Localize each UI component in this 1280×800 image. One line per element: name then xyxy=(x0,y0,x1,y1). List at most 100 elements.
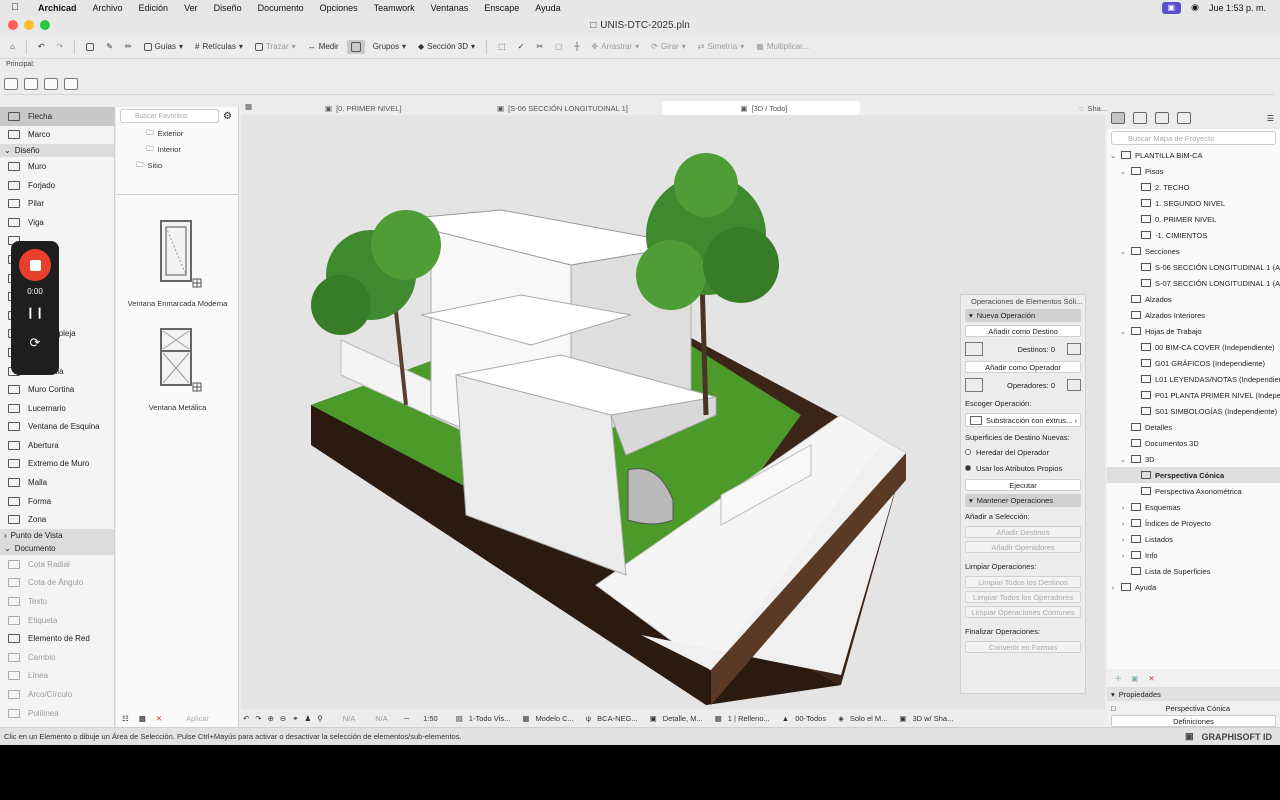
marquee-icon[interactable] xyxy=(24,77,38,90)
stop-recording-button[interactable] xyxy=(19,249,51,281)
section-3d-button[interactable]: ◆ Sección 3D ▾ xyxy=(414,40,479,53)
expand-arrow-icon[interactable]: ⌄ xyxy=(1119,247,1127,256)
project-map-item[interactable]: 2. TECHO xyxy=(1107,179,1280,195)
fit-icon[interactable]: ⚲ xyxy=(317,714,323,723)
toolbox-item[interactable]: Muro xyxy=(0,157,114,176)
renovation-select[interactable]: 1 | Relleno... xyxy=(728,714,770,723)
toolbox-item[interactable]: Cambio xyxy=(0,648,114,667)
syringe-icon[interactable]: ✏ xyxy=(121,40,136,53)
project-map-item[interactable]: ⌄ Pisos xyxy=(1107,163,1280,179)
scale-select[interactable]: 1:50 xyxy=(423,714,438,723)
grids-button[interactable]: # Retículas ▾ xyxy=(191,40,247,53)
toolbox-item[interactable]: Cota de Ángulo xyxy=(0,574,114,593)
trace-button[interactable]: Trazar ▾ xyxy=(251,40,300,53)
project-map-item[interactable]: › Info xyxy=(1107,547,1280,563)
select-targets-icon[interactable] xyxy=(1067,343,1081,355)
toolbox-item[interactable]: Polilínea xyxy=(0,704,114,723)
toolbox-item[interactable]: Texto xyxy=(0,592,114,611)
toolbox-item[interactable]: Muro Cortina xyxy=(0,380,114,399)
expand-arrow-icon[interactable]: › xyxy=(1119,519,1127,528)
toolbox-item[interactable]: Línea xyxy=(0,667,114,686)
project-map-item[interactable]: S-07 SECCIÓN LONGITUDINAL 1 (Au xyxy=(1107,275,1280,291)
project-map-item[interactable]: › Ayuda xyxy=(1107,579,1280,595)
measure-button[interactable]: ↔ Medir xyxy=(304,40,343,53)
publisher-sets-icon[interactable] xyxy=(1177,112,1191,124)
add-target-button[interactable]: Añadir como Destino xyxy=(965,325,1081,337)
menu-ver[interactable]: Ver xyxy=(176,3,206,13)
menu-documento[interactable]: Documento xyxy=(250,3,312,13)
toolbox-item[interactable]: Extremo de Muro xyxy=(0,455,114,474)
settings-button[interactable]: Definiciones xyxy=(1111,715,1276,727)
project-map-item[interactable]: S01 SIMBOLOGÍAS (Independiente) xyxy=(1107,403,1280,419)
drag-button[interactable]: ✥ Arrastrar ▾ xyxy=(587,40,643,53)
layout-book-icon[interactable] xyxy=(1155,112,1169,124)
operation-select[interactable]: Substracción con extrus... › xyxy=(965,413,1081,427)
toolbox-item[interactable]: Forma xyxy=(0,492,114,511)
mirror-button[interactable]: ⇄ Simetría ▾ xyxy=(694,40,749,53)
toolbox-item[interactable]: Pilar xyxy=(0,194,114,213)
toolbox-item[interactable]: Flecha xyxy=(0,107,114,126)
menu-diseno[interactable]: Diseño xyxy=(206,3,250,13)
filter-select[interactable]: Solo el M... xyxy=(850,714,888,723)
project-map-item[interactable]: › Listados xyxy=(1107,531,1280,547)
graphic-override-select[interactable]: Detalle, M... xyxy=(663,714,703,723)
project-map-item[interactable]: Perspectiva Cónica xyxy=(1107,467,1280,483)
rotate-button[interactable]: ⟳ Girar ▾ xyxy=(647,40,690,53)
project-map-item[interactable]: › Índices de Proyecto xyxy=(1107,515,1280,531)
menubar-clock[interactable]: Jue 1:53 p. m. xyxy=(1209,3,1266,13)
operator-icon[interactable] xyxy=(965,378,983,392)
walk-icon[interactable]: ♟ xyxy=(304,714,311,723)
menu-ventanas[interactable]: Ventanas xyxy=(423,3,477,13)
favorite-item[interactable]: Ventana Enmarcada Moderna xyxy=(116,217,239,308)
tab-primer-nivel[interactable]: ▣ [0. PRIMER NIVEL] xyxy=(319,101,489,115)
restart-icon[interactable]: ⟳ xyxy=(30,335,41,351)
favorite-item[interactable]: Ventana Metálica xyxy=(116,325,239,412)
menu-archivo[interactable]: Archivo xyxy=(85,3,131,13)
toolbox-item[interactable]: Etiqueta xyxy=(0,611,114,630)
delete-favorite-icon[interactable]: ✕ xyxy=(156,714,162,723)
add-operator-button[interactable]: Añadir como Operador xyxy=(965,361,1081,373)
menu-teamwork[interactable]: Teamwork xyxy=(366,3,423,13)
rotated-marquee-icon[interactable] xyxy=(44,77,58,90)
project-map-item[interactable]: L01 LEYENDAS/NOTAS (Independien xyxy=(1107,371,1280,387)
clear-operators-button[interactable]: Limpiar Todos los Operadores xyxy=(965,591,1081,603)
convert-to-morphs-button[interactable]: Convertir en Formas xyxy=(965,641,1081,653)
minimize-window-button[interactable] xyxy=(24,20,34,30)
add-operators-button[interactable]: Añadir Operadores xyxy=(965,541,1081,553)
project-map-item[interactable]: Perspectiva Axonométrica xyxy=(1107,483,1280,499)
tab-overview-icon[interactable]: ▦ xyxy=(245,102,252,111)
gear-icon[interactable]: ⚙ xyxy=(223,111,232,122)
new-view-icon[interactable]: ✛ xyxy=(1115,674,1121,683)
menu-enscape[interactable]: Enscape xyxy=(476,3,527,13)
toolbox-item[interactable]: Abertura xyxy=(0,436,114,455)
groups-button[interactable]: Grupos ▾ xyxy=(369,40,410,53)
expand-arrow-icon[interactable]: › xyxy=(1119,551,1127,560)
orbit-icon[interactable]: ⚭ xyxy=(292,714,298,723)
project-map-item[interactable]: 00 BIM-CA COVER (Independiente) xyxy=(1107,339,1280,355)
eyedropper-icon[interactable]: ✎ xyxy=(102,40,117,53)
project-map-item[interactable]: 0. PRIMER NIVEL xyxy=(1107,211,1280,227)
project-map-item[interactable]: P01 PLANTA PRIMER NIVEL (Indepen xyxy=(1107,387,1280,403)
project-map-item[interactable]: G01 GRÁFICOS (Independiente) xyxy=(1107,355,1280,371)
expand-arrow-icon[interactable]: ⌄ xyxy=(1119,167,1127,176)
apple-icon[interactable]:  xyxy=(0,2,30,13)
toolbox-item[interactable]: Elemento de Red xyxy=(0,629,114,648)
selection-method-icon[interactable] xyxy=(4,77,18,90)
pick-up-icon[interactable] xyxy=(82,41,98,53)
pause-icon[interactable]: ❙❙ xyxy=(26,306,44,319)
clear-targets-button[interactable]: Limpiar Todos los Destinos xyxy=(965,576,1081,588)
offset-icon[interactable]: ⬚ xyxy=(494,40,510,53)
toolbox-item[interactable]: Arco/Círculo xyxy=(0,685,114,704)
resize-icon[interactable]: ▢ xyxy=(551,40,567,53)
project-map-item[interactable]: ⌄ 3D xyxy=(1107,451,1280,467)
project-map-item[interactable]: ⌄ Secciones xyxy=(1107,243,1280,259)
menu-archicad[interactable]: Archicad xyxy=(30,3,85,13)
section-nueva-operacion[interactable]: ▾ Nueva Operación xyxy=(965,309,1081,322)
inherit-operator-radio[interactable]: Heredar del Operador xyxy=(961,444,1085,460)
project-map-item[interactable]: S-06 SECCIÓN LONGITUDINAL 1 (Au xyxy=(1107,259,1280,275)
menu-opciones[interactable]: Opciones xyxy=(312,3,366,13)
own-attributes-radio[interactable]: Usar los Atributos Propios xyxy=(961,460,1085,476)
view-angle[interactable]: N/A xyxy=(343,714,356,723)
toolbox-item[interactable]: Zona xyxy=(0,510,114,529)
structure-select[interactable]: 00-Todos xyxy=(795,714,826,723)
